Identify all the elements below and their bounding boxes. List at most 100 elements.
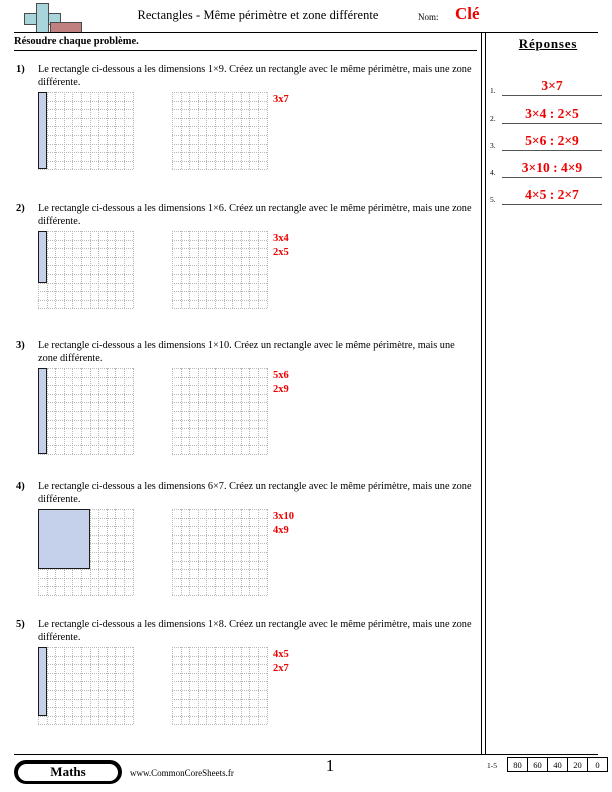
grid-horizontal-line	[172, 724, 267, 726]
problem-grid-answer[interactable]	[172, 92, 268, 171]
grid-horizontal-line	[172, 411, 267, 412]
grid-horizontal-line	[172, 647, 267, 648]
grid-vertical-line	[197, 231, 199, 309]
grid-vertical-line	[46, 647, 48, 725]
page-number: 1	[325, 756, 335, 775]
grid-vertical-line	[63, 92, 65, 170]
grid-horizontal-line	[172, 291, 267, 293]
grid-vertical-line	[81, 92, 82, 170]
grid-horizontal-line	[172, 308, 267, 310]
answer-row: 5. 4×5 : 2×7	[490, 179, 606, 205]
grid-vertical-line	[249, 231, 251, 309]
answer-key-text: 2x5	[273, 247, 289, 258]
grid-horizontal-line	[38, 707, 133, 709]
grid-vertical-line	[215, 231, 216, 309]
answer-key-text: 2x7	[273, 663, 289, 674]
grid-horizontal-line	[172, 436, 267, 438]
grid-vertical-line	[132, 231, 134, 309]
grid-vertical-line	[215, 92, 216, 170]
grid-horizontal-line	[172, 428, 267, 430]
grid-vertical-line	[55, 92, 57, 170]
grid-vertical-line	[266, 368, 268, 454]
grid-horizontal-line	[38, 672, 133, 674]
answer-value: 4×5 : 2×7	[525, 187, 579, 202]
grid-horizontal-line	[172, 368, 267, 369]
score-cell: 60	[528, 758, 548, 771]
grid-vertical-line	[240, 231, 242, 309]
grid-horizontal-line	[38, 160, 133, 162]
problem-number: 4)	[16, 481, 25, 492]
answer-row: 3. 5×6 : 2×9	[490, 125, 606, 151]
grid-horizontal-line	[172, 698, 267, 700]
grid-horizontal-line	[172, 672, 267, 674]
grid-horizontal-line	[38, 419, 133, 421]
grid-horizontal-line	[172, 715, 267, 717]
answer-key-text: 3x4	[273, 233, 289, 244]
problem-grid-given	[38, 647, 134, 726]
grid-vertical-line	[189, 231, 191, 309]
grid-vertical-line	[124, 231, 125, 309]
given-rectangle	[38, 92, 47, 170]
grid-vertical-line	[258, 647, 259, 725]
directions-divider	[14, 50, 477, 51]
grid-horizontal-line	[172, 282, 267, 284]
problem-text: Le rectangle ci-dessous a les dimensions…	[38, 619, 472, 643]
grid-vertical-line	[55, 231, 57, 309]
grid-vertical-line	[266, 509, 268, 595]
grid-horizontal-line	[38, 248, 133, 250]
grid-horizontal-line	[38, 376, 133, 378]
grid-horizontal-line	[172, 454, 267, 455]
grid-vertical-line	[223, 92, 225, 170]
grid-horizontal-line	[172, 690, 267, 691]
grid-vertical-line	[266, 92, 268, 170]
answer-row: 1. 3×7	[490, 70, 606, 96]
footer-divider	[14, 754, 598, 755]
grid-horizontal-line	[38, 690, 133, 691]
site-url: www.CommonCoreSheets.fr	[130, 768, 234, 778]
grid-horizontal-line	[38, 239, 133, 241]
grid-horizontal-line	[172, 385, 267, 387]
grid-horizontal-line	[172, 160, 267, 162]
grid-vertical-line	[81, 231, 82, 309]
grid-horizontal-line	[172, 299, 267, 301]
answer-column-divider-right	[485, 33, 486, 755]
grid-horizontal-line	[38, 368, 133, 369]
problem-grid-answer[interactable]	[172, 231, 268, 310]
directions-text: Résoudre chaque problème.	[14, 36, 139, 47]
grid-horizontal-line	[38, 274, 133, 275]
grid-vertical-line	[89, 92, 91, 170]
grid-horizontal-line	[172, 152, 267, 154]
grid-horizontal-line	[38, 577, 133, 579]
grid-horizontal-line	[172, 534, 267, 536]
problem-grid-answer[interactable]	[172, 368, 268, 455]
grid-horizontal-line	[38, 109, 133, 111]
name-label: Nom:	[418, 12, 439, 22]
grid-horizontal-line	[38, 681, 133, 683]
grid-horizontal-line	[38, 135, 133, 136]
answer-number: 4.	[490, 168, 496, 177]
grid-vertical-line	[215, 647, 216, 725]
answer-key-text: 4x9	[273, 525, 289, 536]
answer-row: 4. 3×10 : 4×9	[490, 152, 606, 178]
grid-horizontal-line	[172, 402, 267, 404]
grid-horizontal-line	[38, 586, 133, 588]
answer-key-text: 3x10	[273, 511, 294, 522]
problem-grid-answer[interactable]	[172, 647, 268, 726]
grid-vertical-line	[206, 647, 208, 725]
grid-horizontal-line	[172, 117, 267, 119]
answer-number: 5.	[490, 195, 496, 204]
grid-horizontal-line	[38, 282, 133, 284]
grid-vertical-line	[106, 92, 108, 170]
grid-horizontal-line	[38, 655, 133, 657]
grid-horizontal-line	[172, 92, 267, 93]
score-cell: 0	[595, 759, 600, 770]
score-cell: 40	[548, 758, 568, 771]
problem-grid-given	[38, 509, 134, 596]
answer-value: 3×10 : 4×9	[521, 160, 583, 175]
problem-grid-answer[interactable]	[172, 509, 268, 596]
grid-vertical-line	[89, 231, 91, 309]
maths-badge-label: Maths	[18, 763, 118, 781]
grid-horizontal-line	[38, 299, 133, 301]
grid-vertical-line	[124, 647, 125, 725]
grid-vertical-line	[124, 92, 125, 170]
